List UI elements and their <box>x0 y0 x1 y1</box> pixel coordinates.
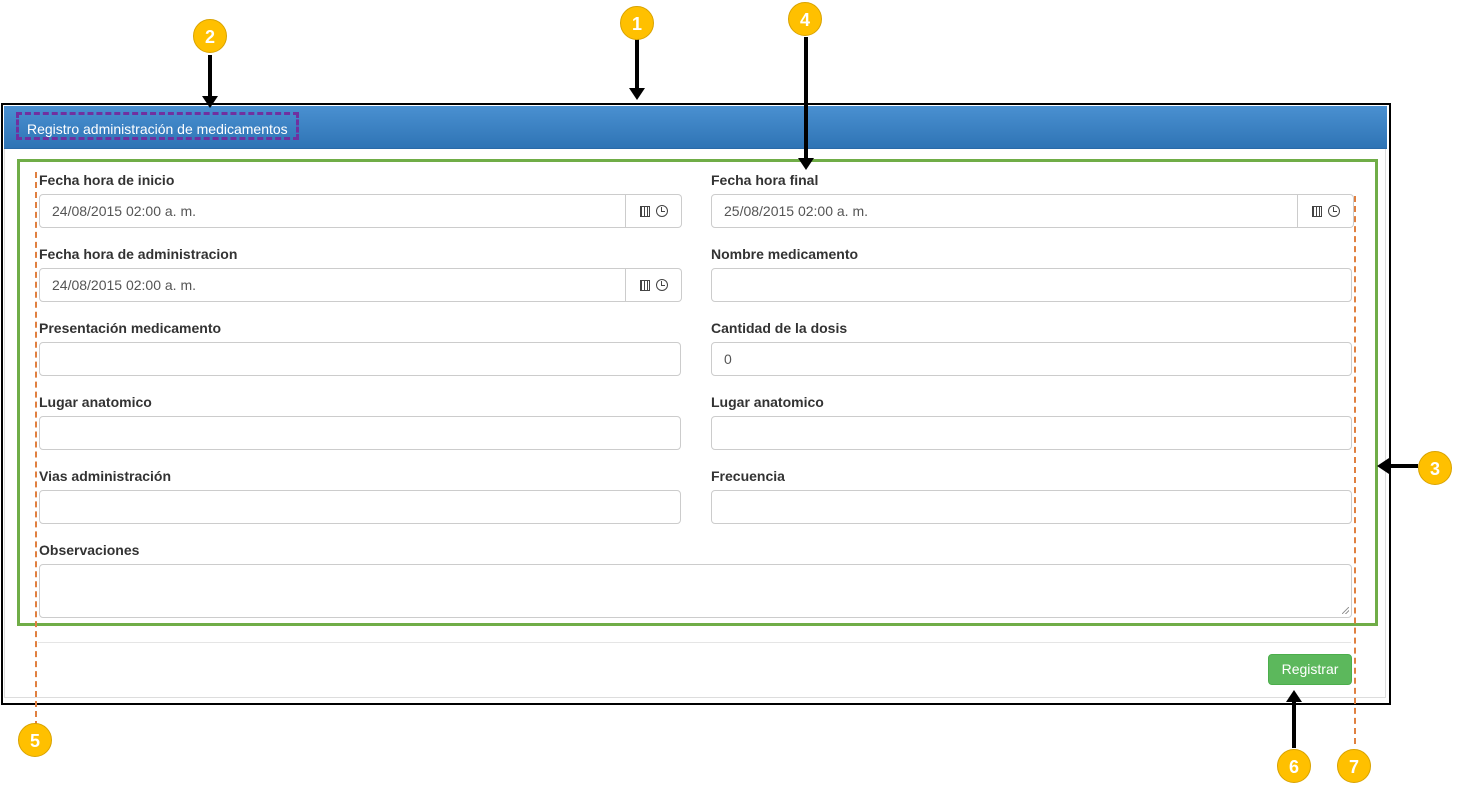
annotation-badge-3: 3 <box>1418 451 1452 485</box>
frecuencia-input[interactable] <box>711 490 1352 524</box>
clock-icon[interactable] <box>1327 205 1340 217</box>
lugar-anatomico-2-input[interactable] <box>711 416 1352 450</box>
calendar-icon[interactable] <box>639 279 650 291</box>
fecha-final-input[interactable]: 25/08/2015 02:00 a. m. <box>711 194 1298 228</box>
calendar-icon[interactable] <box>1311 205 1322 217</box>
observaciones-label: Observaciones <box>39 542 140 558</box>
arrow-1 <box>635 38 639 90</box>
panel-title: Registro administración de medicamentos <box>16 112 299 140</box>
frecuencia-label: Frecuencia <box>711 468 785 484</box>
fecha-inicio-label: Fecha hora de inicio <box>39 172 175 188</box>
left-guide-line <box>35 172 37 727</box>
arrow-3 <box>1388 464 1418 468</box>
lugar-anatomico-label: Lugar anatomico <box>39 394 152 410</box>
annotation-badge-6: 6 <box>1277 749 1311 783</box>
cantidad-dosis-label: Cantidad de la dosis <box>711 320 848 336</box>
clock-icon[interactable] <box>655 279 668 291</box>
calendar-icon[interactable] <box>639 205 650 217</box>
vias-input[interactable] <box>39 490 681 524</box>
presentacion-input[interactable] <box>39 342 681 376</box>
fecha-administracion-label: Fecha hora de administracion <box>39 246 238 262</box>
arrow-4 <box>804 37 808 159</box>
nombre-medicamento-label: Nombre medicamento <box>711 246 859 262</box>
annotation-badge-4: 4 <box>788 2 822 36</box>
fecha-final-label: Fecha hora final <box>711 172 819 188</box>
fecha-administracion-input[interactable]: 24/08/2015 02:00 a. m. <box>39 268 626 302</box>
form-highlight-box <box>17 159 1378 626</box>
nombre-medicamento-input[interactable] <box>711 268 1352 302</box>
fecha-final-picker[interactable] <box>1298 194 1354 228</box>
register-button[interactable]: Registrar <box>1268 654 1352 685</box>
vias-label: Vias administración <box>39 468 172 484</box>
annotation-badge-5: 5 <box>18 723 52 757</box>
arrow-6 <box>1292 700 1296 748</box>
fecha-administracion-picker[interactable] <box>626 268 682 302</box>
resize-handle-icon[interactable] <box>1342 607 1349 614</box>
fecha-inicio-input[interactable]: 24/08/2015 02:00 a. m. <box>39 194 626 228</box>
cantidad-dosis-input[interactable]: 0 <box>711 342 1352 376</box>
clock-icon[interactable] <box>655 205 668 217</box>
annotation-badge-7: 7 <box>1337 749 1371 783</box>
arrow-4-head <box>798 158 814 170</box>
lugar-anatomico-2-label: Lugar anatomico <box>711 394 824 410</box>
fecha-inicio-picker[interactable] <box>626 194 682 228</box>
arrow-1-head <box>629 88 645 100</box>
right-guide-line <box>1354 196 1356 744</box>
presentacion-label: Presentación medicamento <box>39 320 222 336</box>
annotation-badge-1: 1 <box>620 6 654 40</box>
footer-divider <box>38 642 1351 643</box>
annotation-badge-2: 2 <box>193 19 227 53</box>
lugar-anatomico-input[interactable] <box>39 416 681 450</box>
arrow-2 <box>208 55 212 97</box>
observaciones-textarea[interactable] <box>39 564 1352 618</box>
arrow-3-head <box>1377 458 1389 474</box>
arrow-2-head <box>202 96 218 108</box>
